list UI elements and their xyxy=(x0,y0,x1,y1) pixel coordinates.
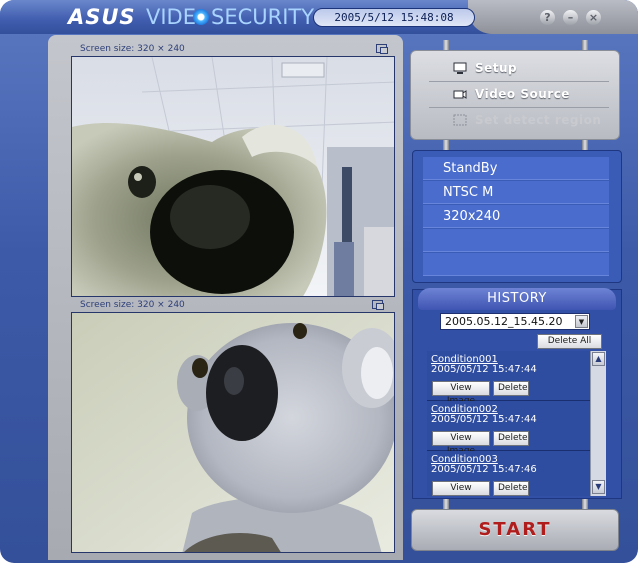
condition-time: 2005/05/12 15:47:46 xyxy=(431,464,537,475)
close-button[interactable]: × xyxy=(586,10,601,25)
view-image-button[interactable]: View Image xyxy=(432,481,490,496)
region-icon xyxy=(453,114,467,126)
video-source-menu-item[interactable]: Video Source xyxy=(411,83,619,107)
history-title: HISTORY xyxy=(418,288,616,310)
history-scrollbar[interactable]: ▲ ▼ xyxy=(590,351,606,496)
list-item: Condition002 2005/05/12 15:47:44 View Im… xyxy=(427,401,590,456)
app-window: ASUS VIDE SECURITY 2005/5/12 15:48:08 ? … xyxy=(0,0,638,563)
setup-menu-item[interactable]: Setup xyxy=(411,57,619,81)
minimize-button[interactable]: – xyxy=(563,10,578,25)
help-button[interactable]: ? xyxy=(540,10,555,25)
status-video-standard: NTSC M xyxy=(423,181,609,204)
set-detect-region-label: Set detect region xyxy=(475,113,602,127)
delete-button[interactable]: Delete xyxy=(493,431,529,446)
asus-logo: ASUS xyxy=(68,5,136,29)
logo-security-text: SECURITY xyxy=(211,5,315,29)
list-item: Condition003 2005/05/12 15:47:46 View Im… xyxy=(427,451,590,496)
delete-button[interactable]: Delete xyxy=(493,381,529,396)
list-item: Condition001 2005/05/12 15:47:44 View Im… xyxy=(427,351,590,406)
bottom-fullscreen-icon[interactable] xyxy=(372,300,384,310)
top-camera-image xyxy=(72,57,394,296)
bottom-camera-view[interactable] xyxy=(71,312,395,553)
status-resolution: 320x240 xyxy=(423,205,609,228)
menu-divider xyxy=(429,107,609,108)
status-mode: StandBy xyxy=(423,157,609,180)
set-detect-region-menu-item[interactable]: Set detect region xyxy=(411,109,619,133)
monitor-icon xyxy=(453,62,467,74)
video-source-label: Video Source xyxy=(475,87,570,101)
top-camera-view[interactable] xyxy=(71,56,395,297)
setup-label: Setup xyxy=(475,61,518,75)
top-fullscreen-icon[interactable] xyxy=(376,44,388,54)
menu-divider xyxy=(429,81,609,82)
start-panel: START xyxy=(411,509,619,551)
view-image-button[interactable]: View Image xyxy=(432,381,490,406)
logo-eye-icon xyxy=(193,9,209,25)
view-image-button[interactable]: View Image xyxy=(432,431,490,456)
history-date-value: 2005.05.12_15.45.20 xyxy=(445,315,563,328)
bottom-camera-image xyxy=(72,313,394,552)
top-screen-size-label: Screen size: 320 × 240 xyxy=(80,44,185,54)
scroll-up-icon[interactable]: ▲ xyxy=(592,352,605,366)
datetime-display: 2005/5/12 15:48:08 xyxy=(313,8,475,27)
logo-video-text: VIDE xyxy=(146,5,196,29)
chevron-down-icon[interactable]: ▼ xyxy=(575,315,588,328)
status-empty-row xyxy=(423,253,609,276)
start-button[interactable]: START xyxy=(412,510,618,550)
delete-button[interactable]: Delete xyxy=(493,481,529,496)
menu-panel: Setup Video Source Set detect region xyxy=(410,50,620,140)
status-empty-row xyxy=(423,229,609,252)
bottom-screen-size-label: Screen size: 320 × 240 xyxy=(80,300,185,310)
condition-time: 2005/05/12 15:47:44 xyxy=(431,414,537,425)
scroll-down-icon[interactable]: ▼ xyxy=(592,480,605,494)
status-panel: StandBy NTSC M 320x240 xyxy=(412,150,622,283)
delete-all-button[interactable]: Delete All xyxy=(537,334,602,349)
history-list: Condition001 2005/05/12 15:47:44 View Im… xyxy=(427,351,590,496)
camera-icon xyxy=(453,90,467,99)
condition-time: 2005/05/12 15:47:44 xyxy=(431,364,537,375)
history-date-select[interactable]: 2005.05.12_15.45.20 ▼ xyxy=(440,313,590,330)
